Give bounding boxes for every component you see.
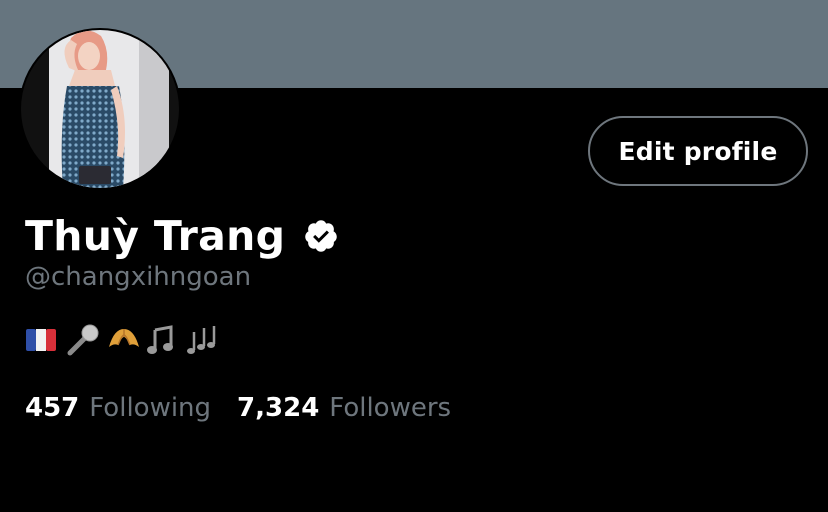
following-count: 457 bbox=[25, 393, 80, 423]
follow-stats: 457 Following 7,324 Followers bbox=[25, 393, 451, 423]
avatar[interactable] bbox=[19, 28, 181, 190]
musical-notes-icon bbox=[186, 322, 226, 358]
edit-profile-button[interactable]: Edit profile bbox=[588, 116, 808, 186]
followers-count: 7,324 bbox=[237, 393, 320, 423]
name-row: Thuỳ Trang bbox=[25, 208, 339, 264]
verified-badge-icon[interactable] bbox=[303, 218, 339, 254]
followers-link[interactable]: 7,324 Followers bbox=[237, 393, 451, 423]
croissant-icon bbox=[106, 322, 146, 358]
profile-page: Edit profile Thuỳ Trang @changxihngoan 4… bbox=[0, 0, 828, 512]
avatar-photo bbox=[21, 30, 179, 188]
following-label: Following bbox=[89, 393, 212, 423]
username-handle: @changxihngoan bbox=[25, 262, 252, 292]
microphone-icon bbox=[66, 322, 106, 358]
flag-france-icon bbox=[26, 322, 66, 358]
bio bbox=[26, 321, 226, 359]
display-name: Thuỳ Trang bbox=[25, 212, 286, 260]
musical-note-icon bbox=[146, 322, 186, 358]
following-link[interactable]: 457 Following bbox=[25, 393, 211, 423]
followers-label: Followers bbox=[329, 393, 452, 423]
